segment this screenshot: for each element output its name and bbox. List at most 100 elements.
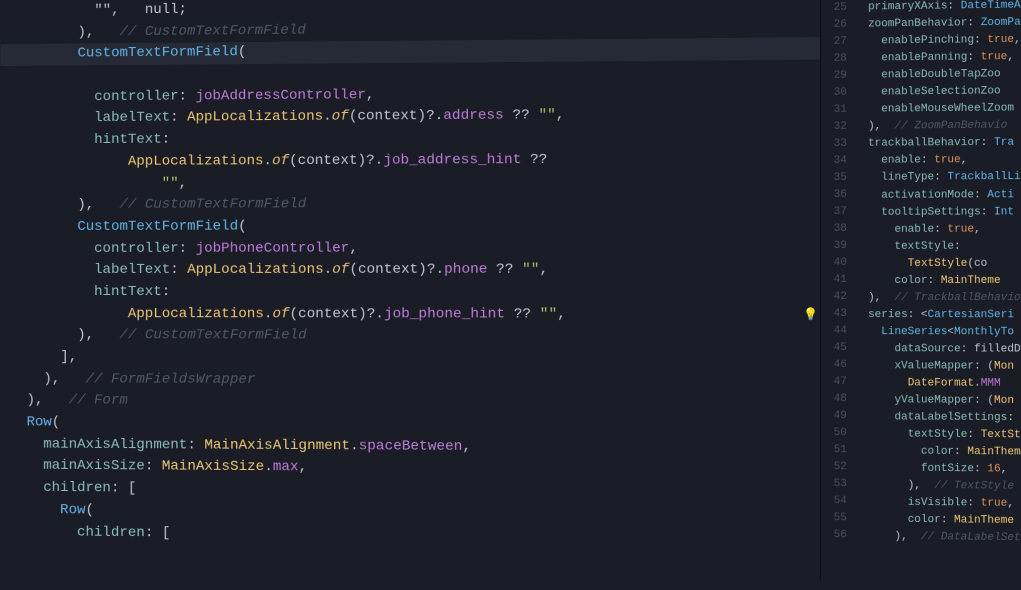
code-token: ) bbox=[43, 371, 51, 387]
code-token: TextStyle bbox=[908, 257, 968, 269]
code-token: lineType bbox=[881, 172, 934, 184]
code-token: CustomTextFormField bbox=[77, 45, 237, 62]
lightbulb-icon[interactable]: 💡 bbox=[803, 306, 818, 325]
code-token: , bbox=[974, 223, 981, 235]
code-area-right[interactable]: primaryXAxis: DateTimeAxis zoomPanBehavi… bbox=[855, 0, 1021, 583]
code-token: : bbox=[967, 51, 980, 63]
code-token: : bbox=[981, 206, 994, 218]
code-token: true bbox=[981, 498, 1008, 510]
editor-pane-right[interactable]: 252627282930313233343536373839404142💡434… bbox=[820, 0, 1021, 583]
code-token: : ( bbox=[974, 360, 994, 372]
code-token: MainAxisAlignment bbox=[204, 437, 350, 454]
code-token: series bbox=[868, 309, 908, 321]
code-token: ?? bbox=[521, 152, 547, 168]
code-token: , bbox=[462, 438, 471, 454]
code-token: mainAxisSize bbox=[43, 458, 145, 475]
code-token: ), bbox=[894, 531, 907, 543]
highlighted-line: CustomTextFormField( bbox=[1, 37, 840, 66]
code-token: MMM bbox=[981, 378, 1001, 390]
code-token: : bbox=[162, 284, 170, 300]
code-token: "" bbox=[538, 108, 555, 124]
code-token: fontSize bbox=[921, 463, 974, 475]
editor-pane-left[interactable]: "", null; ), // CustomTextFormField Cust… bbox=[0, 0, 846, 590]
code-token: enablePinching bbox=[881, 34, 974, 47]
code-token: CartesianSeri bbox=[928, 309, 1014, 321]
code-token: : bbox=[179, 240, 196, 256]
code-token: : bbox=[170, 262, 187, 278]
code-token: : bbox=[981, 137, 994, 149]
code-token: (context)?. bbox=[349, 108, 444, 125]
code-token: ) bbox=[78, 24, 86, 40]
code-token: , bbox=[349, 240, 358, 256]
code-token: true bbox=[947, 223, 974, 235]
code-token: "" bbox=[162, 175, 179, 191]
code-token: primaryXAxis bbox=[868, 0, 947, 13]
code-token: : bbox=[967, 429, 980, 441]
line-number: 49 bbox=[821, 408, 847, 425]
line-number: 46 bbox=[821, 357, 847, 374]
code-token: Row bbox=[26, 414, 51, 430]
code-token: job_phone_hint bbox=[384, 306, 505, 322]
code-token: of bbox=[332, 262, 349, 278]
code-token: controller bbox=[94, 240, 179, 256]
code-token: // TrackballBehavio bbox=[881, 292, 1020, 304]
code-token: AppLocalizations bbox=[187, 262, 323, 278]
code-token: : bbox=[162, 132, 170, 148]
line-number: 36 bbox=[821, 187, 847, 204]
code-token: : bbox=[1007, 412, 1014, 424]
line-number: 54 bbox=[821, 493, 847, 510]
line-number: 27 bbox=[821, 34, 847, 51]
code-token: trackballBehavior bbox=[868, 137, 981, 150]
code-token: MainTheme bbox=[954, 515, 1014, 528]
code-token: color bbox=[908, 514, 941, 526]
code-token: Row bbox=[60, 502, 85, 518]
code-token: MainTheme bbox=[941, 275, 1001, 287]
code-token: TrackballLi bbox=[947, 171, 1020, 183]
line-number: 26 bbox=[821, 17, 847, 34]
line-number: 25 bbox=[821, 0, 847, 17]
code-token: controller bbox=[94, 88, 178, 105]
code-token: children bbox=[43, 480, 111, 497]
code-token: job_address_hint bbox=[383, 152, 521, 169]
line-number: 34 bbox=[821, 153, 847, 170]
code-token: DateTimeAxis bbox=[961, 0, 1021, 12]
code-token: ( bbox=[85, 502, 93, 518]
code-token: jobAddressController bbox=[196, 87, 366, 104]
code-token: Tra bbox=[994, 137, 1014, 149]
code-token: enableDoubleTapZoo bbox=[881, 68, 1000, 81]
code-token: , bbox=[86, 327, 94, 343]
code-token: of bbox=[272, 153, 289, 169]
code-token: : bbox=[961, 343, 974, 355]
line-number: 50 bbox=[821, 425, 847, 442]
code-token: filledD bbox=[974, 343, 1021, 355]
code-token: : bbox=[921, 155, 934, 167]
code-token: , bbox=[556, 108, 565, 124]
code-token: // TextStyle bbox=[921, 480, 1014, 493]
code-token: Acti bbox=[987, 189, 1014, 201]
line-number: 56 bbox=[821, 527, 847, 544]
line-number: 💡43 bbox=[821, 306, 847, 323]
code-token: : < bbox=[908, 309, 928, 321]
line-number: 41 bbox=[821, 272, 847, 289]
code-token: // CustomTextFormField bbox=[94, 327, 307, 343]
line-number: 53 bbox=[821, 476, 847, 493]
code-token: ZoomPa bbox=[981, 17, 1021, 30]
code-token: , bbox=[366, 87, 375, 103]
code-token: ) bbox=[27, 393, 35, 409]
code-token: , bbox=[539, 262, 548, 278]
line-number: 29 bbox=[821, 68, 847, 85]
code-token: of bbox=[272, 306, 289, 322]
code-token: spaceBetween bbox=[359, 438, 463, 455]
code-token: zoomPanBehavior bbox=[868, 17, 967, 30]
code-token: Mon bbox=[994, 395, 1014, 407]
code-token: (context)?. bbox=[289, 152, 383, 169]
line-number: 40 bbox=[821, 255, 847, 272]
code-token: activationMode bbox=[881, 189, 974, 201]
code-token: : bbox=[974, 189, 987, 201]
line-number: 31 bbox=[821, 102, 847, 119]
code-token: Int bbox=[994, 206, 1014, 218]
code-token: enable bbox=[894, 223, 934, 235]
code-token: Mon bbox=[994, 361, 1014, 373]
code-area-left[interactable]: "", null; ), // CustomTextFormField Cust… bbox=[0, 0, 846, 590]
code-token: , bbox=[86, 24, 94, 40]
